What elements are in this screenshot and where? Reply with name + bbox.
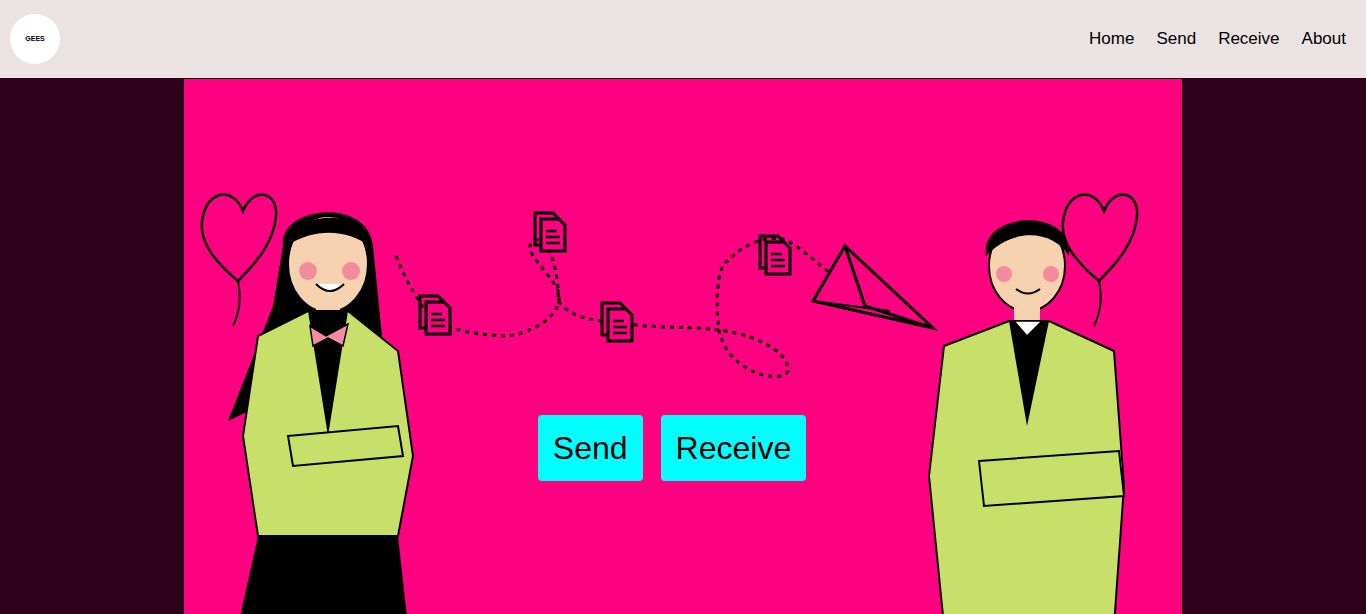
nav-menu: Home Send Receive About	[1089, 26, 1346, 52]
girl-illustration	[198, 186, 420, 614]
heart-balloon-icon	[202, 195, 276, 326]
hero-panel: Send Receive	[183, 78, 1183, 614]
main: Send Receive	[0, 78, 1366, 614]
nav-link[interactable]: About	[1302, 26, 1346, 52]
document-icon	[535, 213, 565, 251]
logo[interactable]: GEES	[10, 14, 60, 64]
document-icon	[760, 236, 790, 274]
nav-link[interactable]: Home	[1089, 26, 1134, 52]
hero-button[interactable]: Send	[538, 415, 643, 481]
document-icon	[420, 296, 450, 334]
hero-button[interactable]: Receive	[661, 415, 807, 481]
navbar: GEES Home Send Receive About	[0, 0, 1366, 78]
heart-balloon-icon	[1063, 195, 1137, 326]
page: GEES Home Send Receive About Send Receive	[0, 0, 1366, 614]
hero-center: Send Receive	[420, 186, 924, 481]
hero-buttons: Send Receive	[538, 415, 806, 481]
nav-link[interactable]: Receive	[1218, 26, 1279, 52]
boy-illustration	[924, 186, 1139, 614]
logo-text: GEES	[25, 34, 44, 45]
document-icon	[602, 303, 632, 341]
paper-plane-icon	[813, 246, 933, 328]
flight-path-illustration	[420, 211, 924, 386]
nav-link[interactable]: Send	[1156, 26, 1196, 52]
